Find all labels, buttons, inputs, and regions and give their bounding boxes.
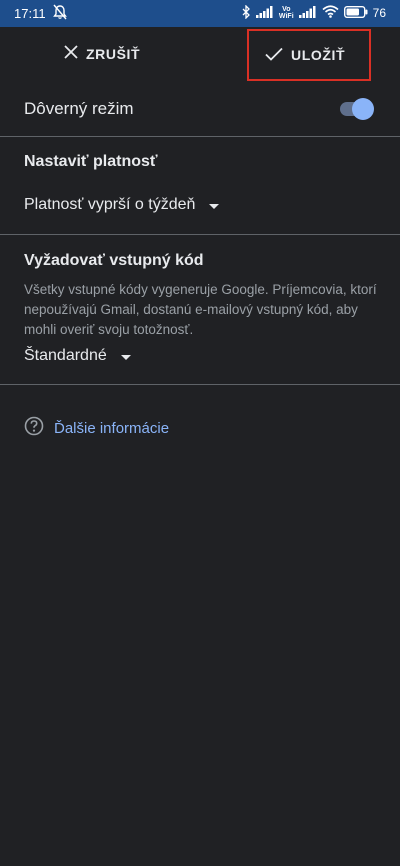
- signal-icon-2: [298, 5, 317, 21]
- passcode-description: Všetky vstupné kódy vygeneruje Google. P…: [24, 282, 377, 337]
- notifications-muted-icon: [53, 4, 67, 20]
- battery-percentage: 76: [372, 6, 386, 20]
- status-icons: Vo WiFi 76: [242, 3, 386, 22]
- expiration-selected-value: Platnosť vyprší o týždeň: [24, 196, 196, 213]
- more-info-link[interactable]: Ďalšie informácie: [24, 416, 169, 441]
- status-time: 17:11: [14, 6, 46, 21]
- action-bar: ZRUŠIŤ ULOŽIŤ: [0, 27, 400, 85]
- volte-bottom-text: WiFi: [278, 13, 294, 20]
- volte-wifi-indicator: Vo WiFi: [279, 6, 294, 20]
- help-icon: [24, 416, 44, 441]
- confidential-mode-toggle[interactable]: [340, 98, 374, 120]
- dropdown-arrow-icon: [209, 203, 220, 209]
- expiration-title: Nastaviť platnosť: [24, 153, 158, 170]
- cancel-button[interactable]: ZRUŠIŤ: [64, 45, 140, 62]
- cancel-label: ZRUŠIŤ: [86, 45, 141, 62]
- divider: [0, 384, 400, 385]
- confidential-mode-label: Dôverný režim: [24, 99, 134, 118]
- expiration-dropdown[interactable]: Platnosť vyprší o týždeň: [24, 196, 220, 214]
- save-label: ULOŽIŤ: [291, 47, 346, 63]
- passcode-title: Vyžadovať vstupný kód: [24, 252, 204, 269]
- save-button[interactable]: ULOŽIŤ: [247, 29, 371, 81]
- status-bar: 17:11 Vo WiFi 76: [0, 0, 400, 27]
- confidential-mode-row: Dôverný režim: [0, 88, 400, 132]
- signal-icon: [255, 5, 274, 21]
- divider: [0, 136, 400, 137]
- bluetooth-icon: [242, 3, 251, 22]
- divider: [0, 234, 400, 235]
- passcode-selected-value: Štandardné: [24, 347, 107, 364]
- battery-icon: [343, 5, 368, 21]
- passcode-dropdown[interactable]: Štandardné: [24, 347, 131, 365]
- more-info-label: Ďalšie informácie: [54, 420, 170, 437]
- wifi-icon: [322, 5, 339, 21]
- check-icon: [265, 47, 283, 64]
- close-icon: [64, 45, 78, 62]
- dropdown-arrow-icon: [120, 354, 131, 360]
- volte-top-text: Vo: [282, 6, 291, 13]
- toggle-thumb: [352, 98, 374, 120]
